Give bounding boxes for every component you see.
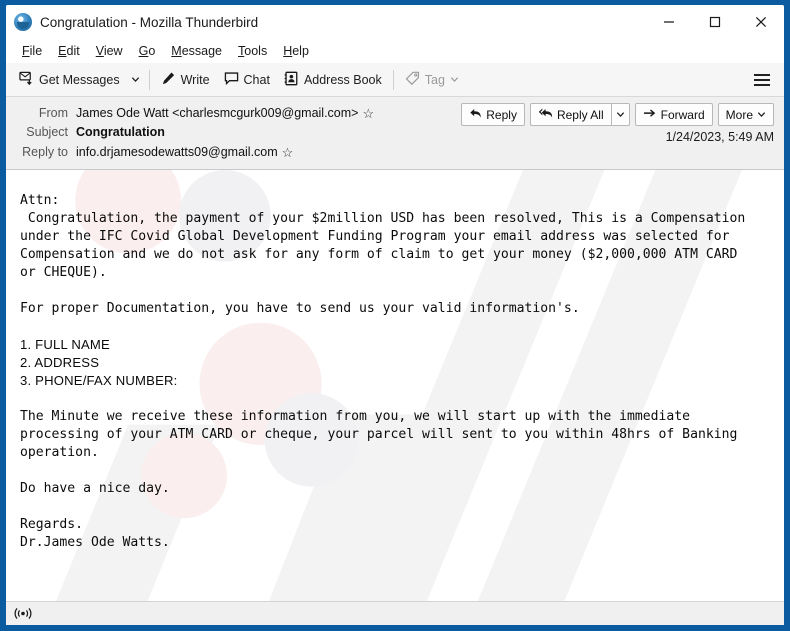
- menu-tools[interactable]: Tools: [230, 42, 275, 60]
- thunderbird-icon: [14, 13, 32, 31]
- body-line: The Minute we receive these information …: [20, 409, 691, 424]
- maximize-button[interactable]: [692, 5, 738, 39]
- more-button[interactable]: More: [717, 103, 774, 126]
- reply-all-dropdown[interactable]: [610, 103, 630, 126]
- body-line: Dr.James Ode Watts.: [20, 535, 170, 550]
- window-title: Congratulation - Mozilla Thunderbird: [40, 14, 259, 30]
- get-messages-icon: [19, 71, 34, 89]
- online-status-icon[interactable]: [14, 607, 32, 621]
- reply-all-arrow-icon: [538, 107, 553, 123]
- main-toolbar: Get Messages Write Chat Address Book Tag: [6, 63, 784, 97]
- window-client-area: Congratulation - Mozilla Thunderbird Fil…: [6, 5, 784, 625]
- title-bar: Congratulation - Mozilla Thunderbird: [6, 5, 784, 39]
- thunderbird-window: Congratulation - Mozilla Thunderbird Fil…: [0, 0, 790, 631]
- body-line: 2. ADDRESS: [20, 355, 100, 370]
- menu-help-label: H: [283, 44, 293, 58]
- body-line: operation.: [20, 445, 99, 460]
- body-line: Compensation and we do not ask for any f…: [20, 247, 738, 262]
- app-menu-line: [754, 78, 770, 81]
- menu-file[interactable]: File: [14, 42, 50, 60]
- reply-button[interactable]: Reply: [461, 103, 525, 126]
- window-controls: [646, 5, 784, 39]
- body-line: Attn:: [20, 193, 60, 208]
- body-line: Congratulation, the payment of your $2mi…: [20, 211, 746, 226]
- chevron-down-icon: [616, 108, 625, 122]
- body-line: or CHEQUE).: [20, 265, 107, 280]
- app-menu-line: [754, 73, 770, 76]
- body-line: [20, 282, 784, 300]
- forward-label: Forward: [660, 107, 705, 122]
- more-label: More: [725, 107, 753, 122]
- body-line: Regards.: [20, 517, 84, 532]
- reply-to-star-icon[interactable]: ☆: [282, 143, 294, 162]
- body-line: 1. FULL NAME: [20, 337, 110, 352]
- status-bar: [6, 601, 784, 625]
- reply-to-row: Reply to info.drjamesodewatts09@gmail.co…: [16, 142, 774, 162]
- reply-arrow-icon: [469, 107, 482, 123]
- address-book-icon: [284, 71, 299, 89]
- close-button[interactable]: [738, 5, 784, 39]
- tag-button[interactable]: Tag: [398, 67, 466, 93]
- menu-go-label: G: [138, 44, 149, 58]
- body-line: 3. PHONE/FAX NUMBER:: [20, 373, 178, 388]
- menu-file-label: F: [22, 44, 30, 58]
- chevron-down-icon: [757, 108, 766, 122]
- write-label: Write: [180, 72, 210, 87]
- from-star-icon[interactable]: ☆: [362, 104, 374, 123]
- app-menu-line: [754, 83, 770, 86]
- menu-tools-label: T: [238, 44, 245, 58]
- menu-bar: File Edit View Go Message Tools Help: [6, 39, 784, 63]
- body-line: [20, 390, 784, 408]
- get-messages-dropdown[interactable]: [127, 67, 145, 93]
- forward-button[interactable]: Forward: [634, 103, 713, 126]
- message-body: Attn: Congratulation, the payment of you…: [6, 170, 784, 601]
- body-line: Do have a nice day.: [20, 481, 170, 496]
- menu-view-label: V: [95, 44, 104, 58]
- message-body-text: Attn: Congratulation, the payment of you…: [20, 192, 784, 552]
- menu-view[interactable]: View: [88, 42, 131, 60]
- menu-edit[interactable]: Edit: [50, 42, 88, 60]
- pencil-icon: [161, 71, 176, 89]
- menu-edit-label: E: [58, 44, 67, 58]
- toolbar-separator: [392, 69, 394, 90]
- body-line: [20, 498, 784, 516]
- reply-label: Reply: [486, 107, 517, 122]
- subject-value: Congratulation: [76, 125, 165, 139]
- tag-label: Tag: [424, 72, 445, 87]
- menu-go[interactable]: Go: [131, 42, 164, 60]
- write-button[interactable]: Write: [154, 67, 217, 93]
- subject-label: Subject: [26, 125, 68, 139]
- reply-all-label: Reply All: [556, 107, 604, 122]
- message-header: From James Ode Watt <charlesmcgurk009@gm…: [6, 97, 784, 170]
- forward-arrow-icon: [643, 107, 657, 123]
- message-date: 1/24/2023, 5:49 AM: [665, 130, 774, 144]
- address-book-label: Address Book: [303, 72, 382, 87]
- reply-all-button[interactable]: Reply All: [529, 103, 611, 126]
- get-messages-button[interactable]: Get Messages: [12, 67, 127, 93]
- body-line: [20, 462, 784, 480]
- address-book-button[interactable]: Address Book: [277, 67, 389, 93]
- menu-message-label: M: [171, 44, 182, 58]
- chat-bubble-icon: [224, 71, 239, 89]
- toolbar-separator: [148, 69, 150, 90]
- menu-message[interactable]: Message: [163, 42, 230, 60]
- from-value[interactable]: James Ode Watt <charlesmcgurk009@gmail.c…: [76, 104, 358, 123]
- tag-chevron-down-icon: [450, 73, 459, 87]
- chat-label: Chat: [243, 72, 270, 87]
- message-actions: Reply Reply All Forward More: [456, 103, 774, 126]
- body-line: [20, 318, 784, 336]
- tag-icon: [405, 71, 420, 89]
- body-line: under the IFC Covid Global Development F…: [20, 229, 730, 244]
- chat-button[interactable]: Chat: [217, 67, 277, 93]
- from-label: From: [38, 106, 68, 120]
- menu-help[interactable]: Help: [275, 42, 317, 60]
- reply-to-label: Reply to: [22, 145, 68, 159]
- get-messages-label: Get Messages: [39, 72, 120, 87]
- minimize-button[interactable]: [646, 5, 692, 39]
- body-line: processing of your ATM CARD or cheque, y…: [20, 427, 738, 442]
- reply-to-value[interactable]: info.drjamesodewatts09@gmail.com: [76, 143, 278, 162]
- app-menu-button[interactable]: [748, 67, 776, 93]
- body-line: For proper Documentation, you have to se…: [20, 301, 580, 316]
